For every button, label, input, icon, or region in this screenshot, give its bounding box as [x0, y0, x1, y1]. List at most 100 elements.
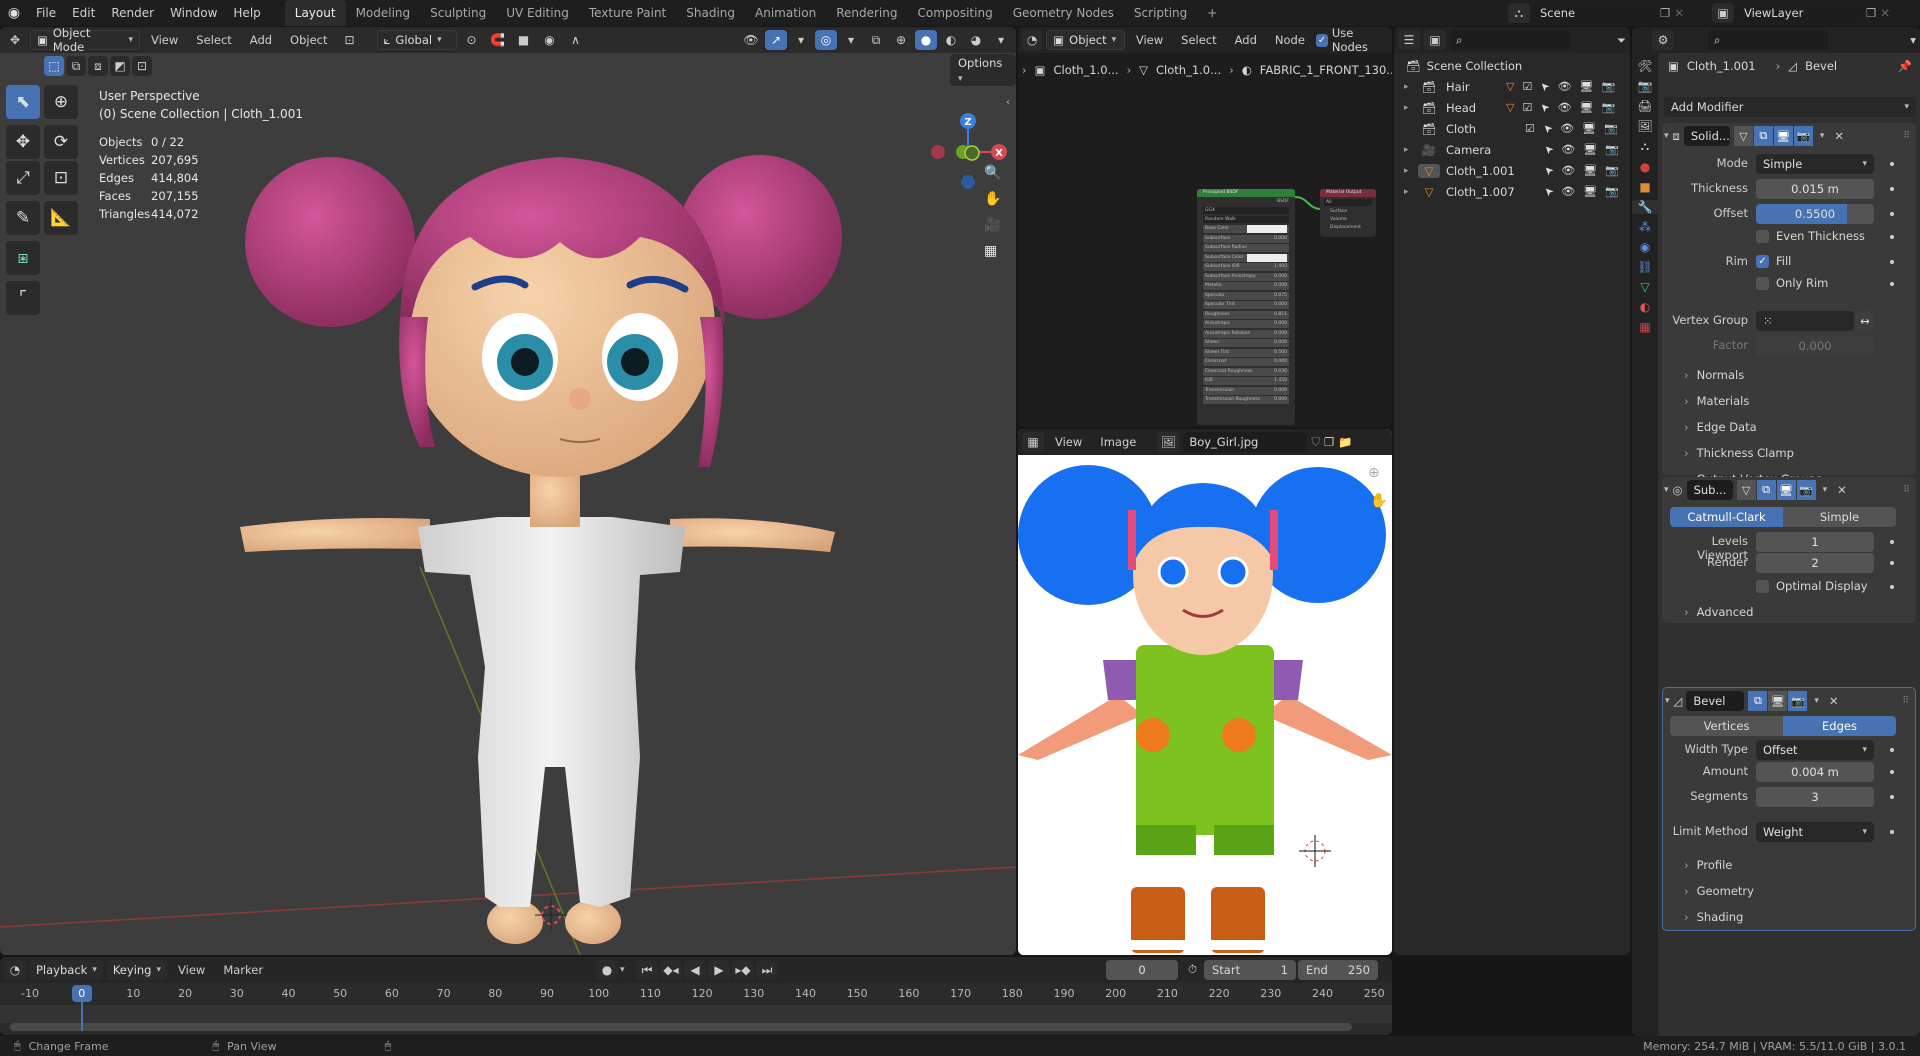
open-image-icon[interactable]: 📁 [1338, 435, 1352, 449]
menu-node[interactable]: Node [1268, 33, 1312, 47]
node-input-row[interactable]: Metallic 0.000 [1203, 282, 1289, 290]
edit-mode-cage-icon[interactable]: ▽ [1736, 480, 1756, 500]
editor-type-icon[interactable]: ⚙ [1652, 30, 1674, 50]
menu-add[interactable]: Add [1228, 33, 1264, 47]
keyframe-dot[interactable] [1890, 585, 1894, 589]
menu-render[interactable]: Render [103, 0, 162, 26]
catmull-clark-button[interactable]: Catmull-Clark [1670, 507, 1783, 527]
editor-type-icon[interactable]: ◔ [4, 960, 26, 980]
edit-mode-icon[interactable]: ⧉ [1753, 126, 1773, 146]
menu-view[interactable]: View [171, 963, 212, 977]
node-input-row[interactable]: Transmission 0.000 [1203, 386, 1289, 395]
texture-tab-icon[interactable]: ▦ [1639, 320, 1650, 334]
pin-icon[interactable]: 📌 [1898, 59, 1912, 73]
pan-hand-icon[interactable]: ✋ [1370, 493, 1387, 509]
use-nodes-checkbox[interactable]: ✓ Use Nodes [1315, 27, 1388, 54]
modifier-menu-icon[interactable]: ▾ [1820, 131, 1825, 141]
visibility-eye-icon[interactable]: 👁 [1560, 122, 1574, 135]
keyframe-dot[interactable] [1890, 260, 1894, 264]
particles-tab-icon[interactable]: ⁂ [1639, 220, 1651, 234]
edit-mode-cage-icon[interactable]: ▽ [1733, 126, 1753, 146]
tab-uv-editing[interactable]: UV Editing [496, 0, 579, 26]
outliner[interactable]: ☰ ▣ ⌕ ⏷ 🗃 Scene Collection ▸ 🗃 Hair ▽ ☑ ➤ 👁 🖥 📷 ▸ 🗃… [1394, 27, 1630, 955]
selectable-icon[interactable]: ➤ [1541, 163, 1557, 179]
outliner-item[interactable]: ▸ 🗃 Hair ▽ ☑ ➤ 👁 🖥 📷 [1394, 76, 1630, 97]
modifier-name-field[interactable]: Solid... [1683, 126, 1730, 146]
node-distribution[interactable]: GGX [1203, 207, 1289, 214]
image-name-field[interactable]: Boy_Girl.jpg [1183, 432, 1308, 452]
jump-end-icon[interactable]: ⏭ [756, 960, 778, 980]
fill-rim-checkbox[interactable]: ✓ Fill [1756, 254, 1791, 268]
node-input-row[interactable]: Transmission Roughness 0.000 [1203, 396, 1289, 404]
render-icon[interactable]: 📷 [1796, 480, 1816, 500]
subpanel-geometry[interactable]: › Geometry [1684, 884, 1754, 898]
viewport-display-icon[interactable]: 🖥 [1580, 101, 1594, 114]
outliner-item[interactable]: ▸ ▽ Cloth_1.001 ➤ 👁 🖥 📷 [1394, 160, 1630, 181]
expand-arrow-icon[interactable]: ▸ [1404, 166, 1418, 176]
optimal-display-checkbox[interactable]: Optimal Display [1756, 579, 1868, 593]
object-tab-icon[interactable]: ■ [1639, 180, 1650, 194]
principled-bsdf-node[interactable]: Principled BSDF BSDF GGX Random Walk Bas… [1197, 189, 1295, 425]
collapse-chevron-icon[interactable]: ▾ [1665, 696, 1670, 706]
delete-view-layer-icon[interactable]: ✕ [1880, 6, 1890, 20]
node-ss-method[interactable]: Random Walk [1203, 216, 1289, 223]
visibility-eye-icon[interactable]: 👁 [1561, 164, 1575, 177]
edit-mode-icon[interactable]: ⧉ [1756, 480, 1776, 500]
node-input-row[interactable]: Specular 0.075 [1203, 291, 1289, 300]
viewport-display-icon[interactable]: 🖥 [1580, 80, 1594, 93]
new-scene-icon[interactable]: ❐ [1660, 6, 1670, 20]
tab-texture-paint[interactable]: Texture Paint [579, 0, 676, 26]
visibility-eye-icon[interactable]: 👁 [1561, 143, 1575, 156]
node-input-row[interactable]: Sheen 0.000 [1203, 339, 1289, 347]
tab-modeling[interactable]: Modeling [346, 0, 421, 26]
tab-layout[interactable]: Layout [284, 0, 346, 26]
visibility-eye-icon[interactable]: 👁 [1561, 185, 1575, 198]
amount-field[interactable]: 0.004 m [1756, 762, 1874, 782]
node-input-row[interactable]: Subsurface 0.000 [1203, 234, 1289, 243]
outliner-root[interactable]: 🗃 Scene Collection [1394, 55, 1630, 76]
even-thickness-checkbox[interactable]: Even Thickness [1756, 229, 1865, 243]
collapse-chevron-icon[interactable]: ▾ [1664, 131, 1669, 141]
menu-view[interactable]: View [1048, 435, 1089, 449]
options-dropdown-icon[interactable]: ▾ [1910, 33, 1916, 47]
chevron-down-icon[interactable]: ▾ [620, 965, 634, 975]
zoom-icon[interactable]: ⊕ [1368, 465, 1380, 481]
keyframe-dot[interactable] [1890, 748, 1894, 752]
node-input-row[interactable]: IOR 1.450 [1203, 377, 1289, 385]
selectable-icon[interactable]: ➤ [1537, 100, 1553, 116]
remove-modifier-icon[interactable]: ✕ [1834, 129, 1844, 143]
keyframe-dot[interactable] [1890, 162, 1894, 166]
new-image-icon[interactable]: ❐ [1324, 435, 1334, 449]
filter-icon[interactable]: ⏷ [1617, 33, 1626, 48]
vertices-button[interactable]: Vertices [1670, 716, 1783, 736]
mesh-data-icon[interactable]: ▽ [1506, 80, 1514, 93]
mode-dropdown[interactable]: Simple ▾ [1756, 154, 1874, 174]
keyframe-dot[interactable] [1890, 282, 1894, 286]
timeline-track[interactable] [0, 1005, 1392, 1023]
modifier-tab-icon[interactable]: 🔧 [1632, 200, 1658, 214]
node-input-row[interactable]: Base Color [1203, 225, 1289, 233]
playhead-frame-label[interactable]: 0 [71, 985, 92, 1002]
limit-method-dropdown[interactable]: Weight ▾ [1756, 822, 1874, 842]
properties-search-input[interactable]: ⌕ [1708, 30, 1828, 50]
keyframe-dot[interactable] [1890, 212, 1894, 216]
selectable-icon[interactable]: ➤ [1541, 142, 1557, 158]
editor-type-icon[interactable]: ▦ [1022, 432, 1044, 452]
node-input-row[interactable]: Clearcoat Roughness 0.030 [1203, 367, 1289, 376]
exclude-checkbox-icon[interactable]: ☑ [1525, 122, 1535, 135]
menu-edit[interactable]: Edit [64, 0, 103, 26]
viewport-display-icon[interactable]: 🖥 [1583, 143, 1597, 156]
subpanel-materials[interactable]: › Materials [1684, 394, 1749, 408]
subpanel-advanced[interactable]: › Advanced [1684, 605, 1753, 619]
visibility-eye-icon[interactable]: 👁 [1558, 80, 1572, 93]
outliner-item[interactable]: ▸ 🎥 Camera ➤ 👁 🖥 📷 [1394, 139, 1630, 160]
collapse-chevron-icon[interactable]: ▾ [1664, 485, 1669, 495]
new-view-layer-icon[interactable]: ❐ [1866, 6, 1876, 20]
width-type-dropdown[interactable]: Offset ▾ [1756, 740, 1874, 760]
drag-handle-icon[interactable]: ⠿ [1902, 696, 1909, 706]
shader-editor[interactable]: ◔ ▣ Object ▾ View Select Add Node ✓ Use Nod… [1018, 27, 1392, 427]
timeline-scrollbar[interactable] [10, 1023, 1352, 1031]
render-camera-icon[interactable]: 📷 [1605, 185, 1619, 198]
sidebar-toggle-icon[interactable]: ‹ [1006, 97, 1010, 108]
expand-arrow-icon[interactable]: ▸ [1404, 145, 1418, 155]
